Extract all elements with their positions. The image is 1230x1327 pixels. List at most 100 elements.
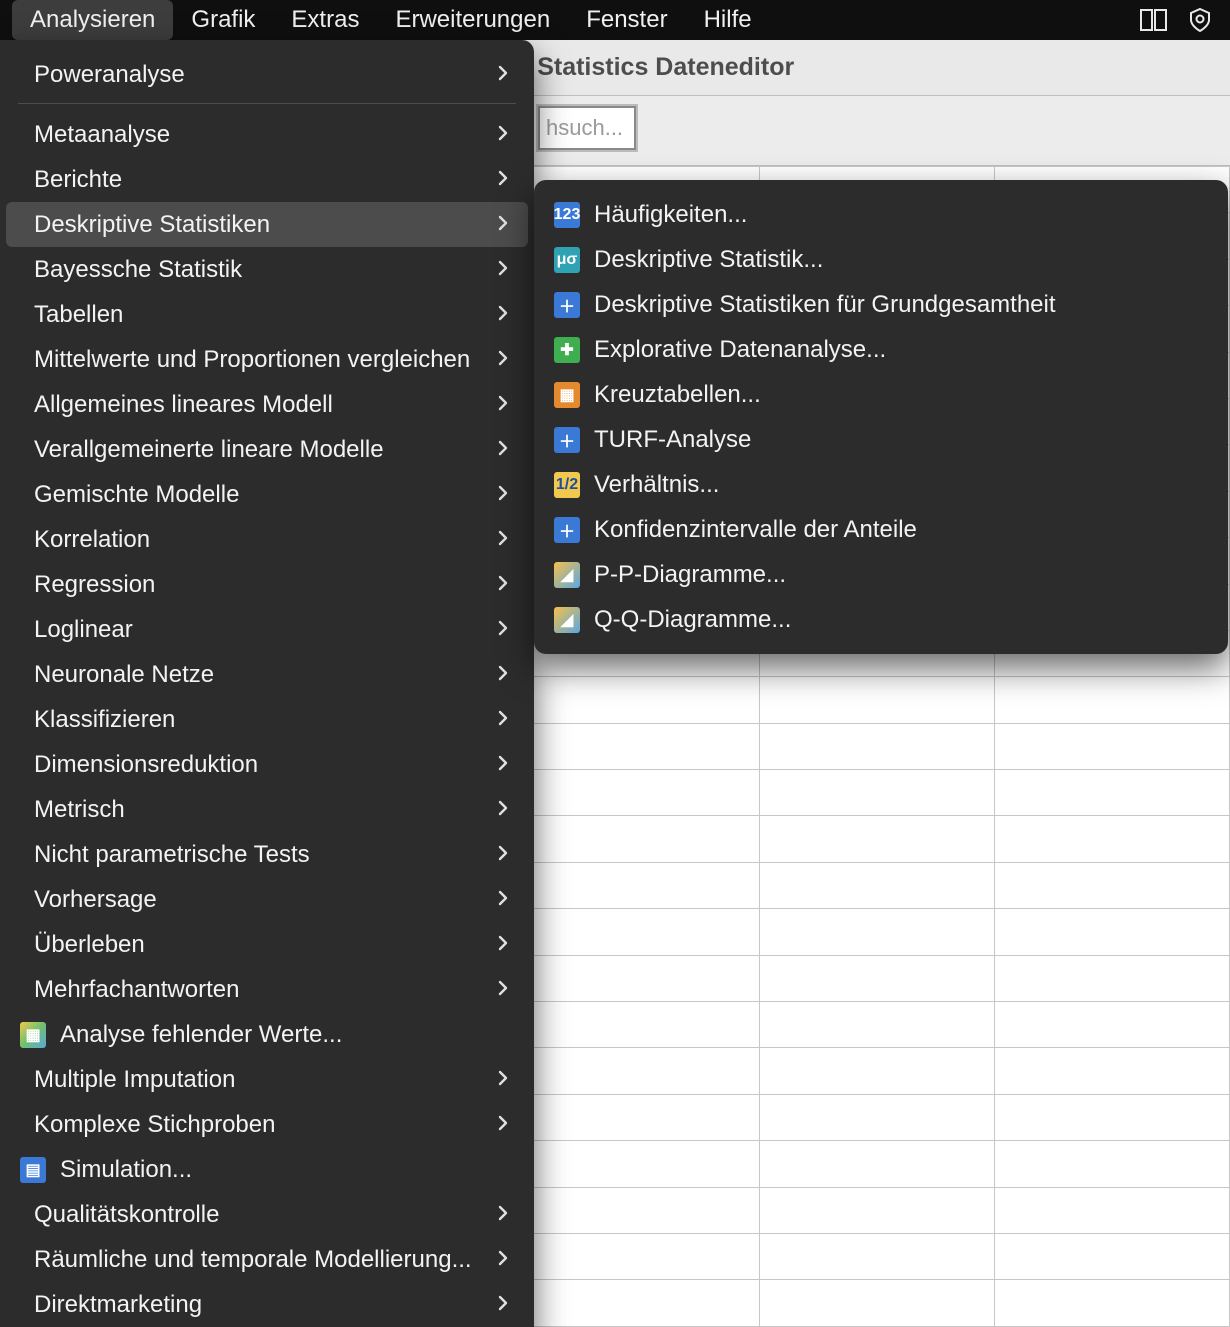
search-input[interactable]: hsuch...	[538, 106, 636, 150]
table-cell[interactable]	[525, 723, 760, 769]
table-cell[interactable]	[760, 816, 995, 862]
menu-item[interactable]: Überleben	[6, 922, 528, 967]
table-cell[interactable]	[995, 955, 1230, 1001]
menu-item[interactable]: Dimensionsreduktion	[6, 742, 528, 787]
submenu-item[interactable]: μσDeskriptive Statistik...	[540, 237, 1222, 282]
submenu-item[interactable]: ◢P-P-Diagramme...	[540, 552, 1222, 597]
menu-item[interactable]: Mittelwerte und Proportionen vergleichen	[6, 337, 528, 382]
menu-item[interactable]: Loglinear	[6, 607, 528, 652]
menu-item[interactable]: Mehrfachantworten	[6, 967, 528, 1012]
table-cell[interactable]	[995, 1094, 1230, 1140]
menu-item[interactable]: Metaanalyse	[6, 112, 528, 157]
table-cell[interactable]	[525, 909, 760, 955]
split-view-icon[interactable]	[1140, 6, 1168, 34]
table-cell[interactable]	[995, 1187, 1230, 1233]
menu-item[interactable]: Korrelation	[6, 517, 528, 562]
menu-item[interactable]: Regression	[6, 562, 528, 607]
submenu-item[interactable]: 1/2Verhältnis...	[540, 462, 1222, 507]
table-cell[interactable]	[760, 1187, 995, 1233]
table-cell[interactable]	[525, 1233, 760, 1279]
table-cell[interactable]	[525, 677, 760, 723]
chevron-right-icon	[498, 710, 512, 730]
table-cell[interactable]	[525, 1141, 760, 1187]
plus-icon: ＋	[554, 517, 580, 543]
table-cell[interactable]	[995, 677, 1230, 723]
table-cell[interactable]	[995, 1280, 1230, 1327]
menu-item[interactable]: Neuronale Netze	[6, 652, 528, 697]
menu-item[interactable]: Nicht parametrische Tests	[6, 832, 528, 877]
plus-icon: ＋	[554, 292, 580, 318]
table-cell[interactable]	[525, 1094, 760, 1140]
table-cell[interactable]	[760, 770, 995, 816]
menu-analysieren-dropdown: Poweranalyse MetaanalyseBerichteDeskripti…	[0, 40, 534, 1327]
table-cell[interactable]	[760, 677, 995, 723]
menu-item[interactable]: Gemischte Modelle	[6, 472, 528, 517]
table-cell[interactable]	[525, 1280, 760, 1327]
menu-item[interactable]: Vorhersage	[6, 877, 528, 922]
submenu-deskriptive-statistiken: 123Häufigkeiten...μσDeskriptive Statisti…	[534, 180, 1228, 654]
shield-icon[interactable]	[1186, 6, 1214, 34]
table-cell[interactable]	[995, 1233, 1230, 1279]
table-cell[interactable]	[760, 955, 995, 1001]
menu-hilfe[interactable]: Hilfe	[686, 0, 770, 40]
table-cell[interactable]	[760, 862, 995, 908]
chevron-right-icon	[498, 1070, 512, 1090]
table-cell[interactable]	[995, 862, 1230, 908]
table-cell[interactable]	[760, 1048, 995, 1094]
menu-fenster[interactable]: Fenster	[568, 0, 685, 40]
menu-item[interactable]: Verallgemeinerte lineare Modelle	[6, 427, 528, 472]
submenu-item[interactable]: ▦Kreuztabellen...	[540, 372, 1222, 417]
submenu-item[interactable]: ＋TURF-Analyse	[540, 417, 1222, 462]
menubar: Analysieren Grafik Extras Erweiterungen …	[0, 0, 1230, 40]
table-cell[interactable]	[995, 1002, 1230, 1048]
submenu-item[interactable]: ◢Q-Q-Diagramme...	[540, 597, 1222, 642]
menu-item[interactable]: Tabellen	[6, 292, 528, 337]
table-cell[interactable]	[525, 1048, 760, 1094]
table-cell[interactable]	[995, 1048, 1230, 1094]
menu-item[interactable]: Räumliche und temporale Modellierung...	[6, 1237, 528, 1282]
chevron-right-icon	[498, 260, 512, 280]
table-cell[interactable]	[525, 862, 760, 908]
submenu-item[interactable]: ＋Deskriptive Statistiken für Grundgesamt…	[540, 282, 1222, 327]
table-cell[interactable]	[525, 770, 760, 816]
table-cell[interactable]	[760, 1094, 995, 1140]
menu-item[interactable]: ▦Analyse fehlender Werte...	[6, 1012, 528, 1057]
menu-item[interactable]: Klassifizieren	[6, 697, 528, 742]
table-cell[interactable]	[995, 723, 1230, 769]
chevron-right-icon	[498, 755, 512, 775]
table-cell[interactable]	[525, 1002, 760, 1048]
table-cell[interactable]	[760, 723, 995, 769]
menu-item[interactable]: ▤Simulation...	[6, 1147, 528, 1192]
submenu-item[interactable]: 123Häufigkeiten...	[540, 192, 1222, 237]
menu-item[interactable]: Deskriptive Statistiken	[6, 202, 528, 247]
table-cell[interactable]	[760, 1280, 995, 1327]
menu-item[interactable]: Berichte	[6, 157, 528, 202]
menu-item[interactable]: Bayessche Statistik	[6, 247, 528, 292]
menu-item[interactable]: Multiple Imputation	[6, 1057, 528, 1102]
menu-item[interactable]: Metrisch	[6, 787, 528, 832]
menu-grafik[interactable]: Grafik	[173, 0, 273, 40]
menu-item[interactable]: Komplexe Stichproben	[6, 1102, 528, 1147]
chevron-right-icon	[498, 65, 512, 85]
table-cell[interactable]	[995, 1141, 1230, 1187]
submenu-item[interactable]: ✚Explorative Datenanalyse...	[540, 327, 1222, 372]
table-cell[interactable]	[760, 1233, 995, 1279]
menu-item[interactable]: Qualitätskontrolle	[6, 1192, 528, 1237]
table-cell[interactable]	[760, 1002, 995, 1048]
table-cell[interactable]	[760, 1141, 995, 1187]
menu-analysieren[interactable]: Analysieren	[12, 0, 173, 40]
table-cell[interactable]	[995, 816, 1230, 862]
table-cell[interactable]	[525, 816, 760, 862]
menu-item[interactable]: Direktmarketing	[6, 1282, 528, 1327]
table-cell[interactable]	[525, 955, 760, 1001]
table-cell[interactable]	[995, 909, 1230, 955]
table-cell[interactable]	[525, 1187, 760, 1233]
table-cell[interactable]	[760, 909, 995, 955]
table-cell[interactable]	[995, 770, 1230, 816]
menu-extras[interactable]: Extras	[273, 0, 377, 40]
menu-item[interactable]: Poweranalyse	[6, 52, 528, 97]
menu-item-label: Korrelation	[34, 526, 484, 554]
menu-erweiterungen[interactable]: Erweiterungen	[377, 0, 568, 40]
menu-item[interactable]: Allgemeines lineares Modell	[6, 382, 528, 427]
submenu-item[interactable]: ＋Konfidenzintervalle der Anteile	[540, 507, 1222, 552]
